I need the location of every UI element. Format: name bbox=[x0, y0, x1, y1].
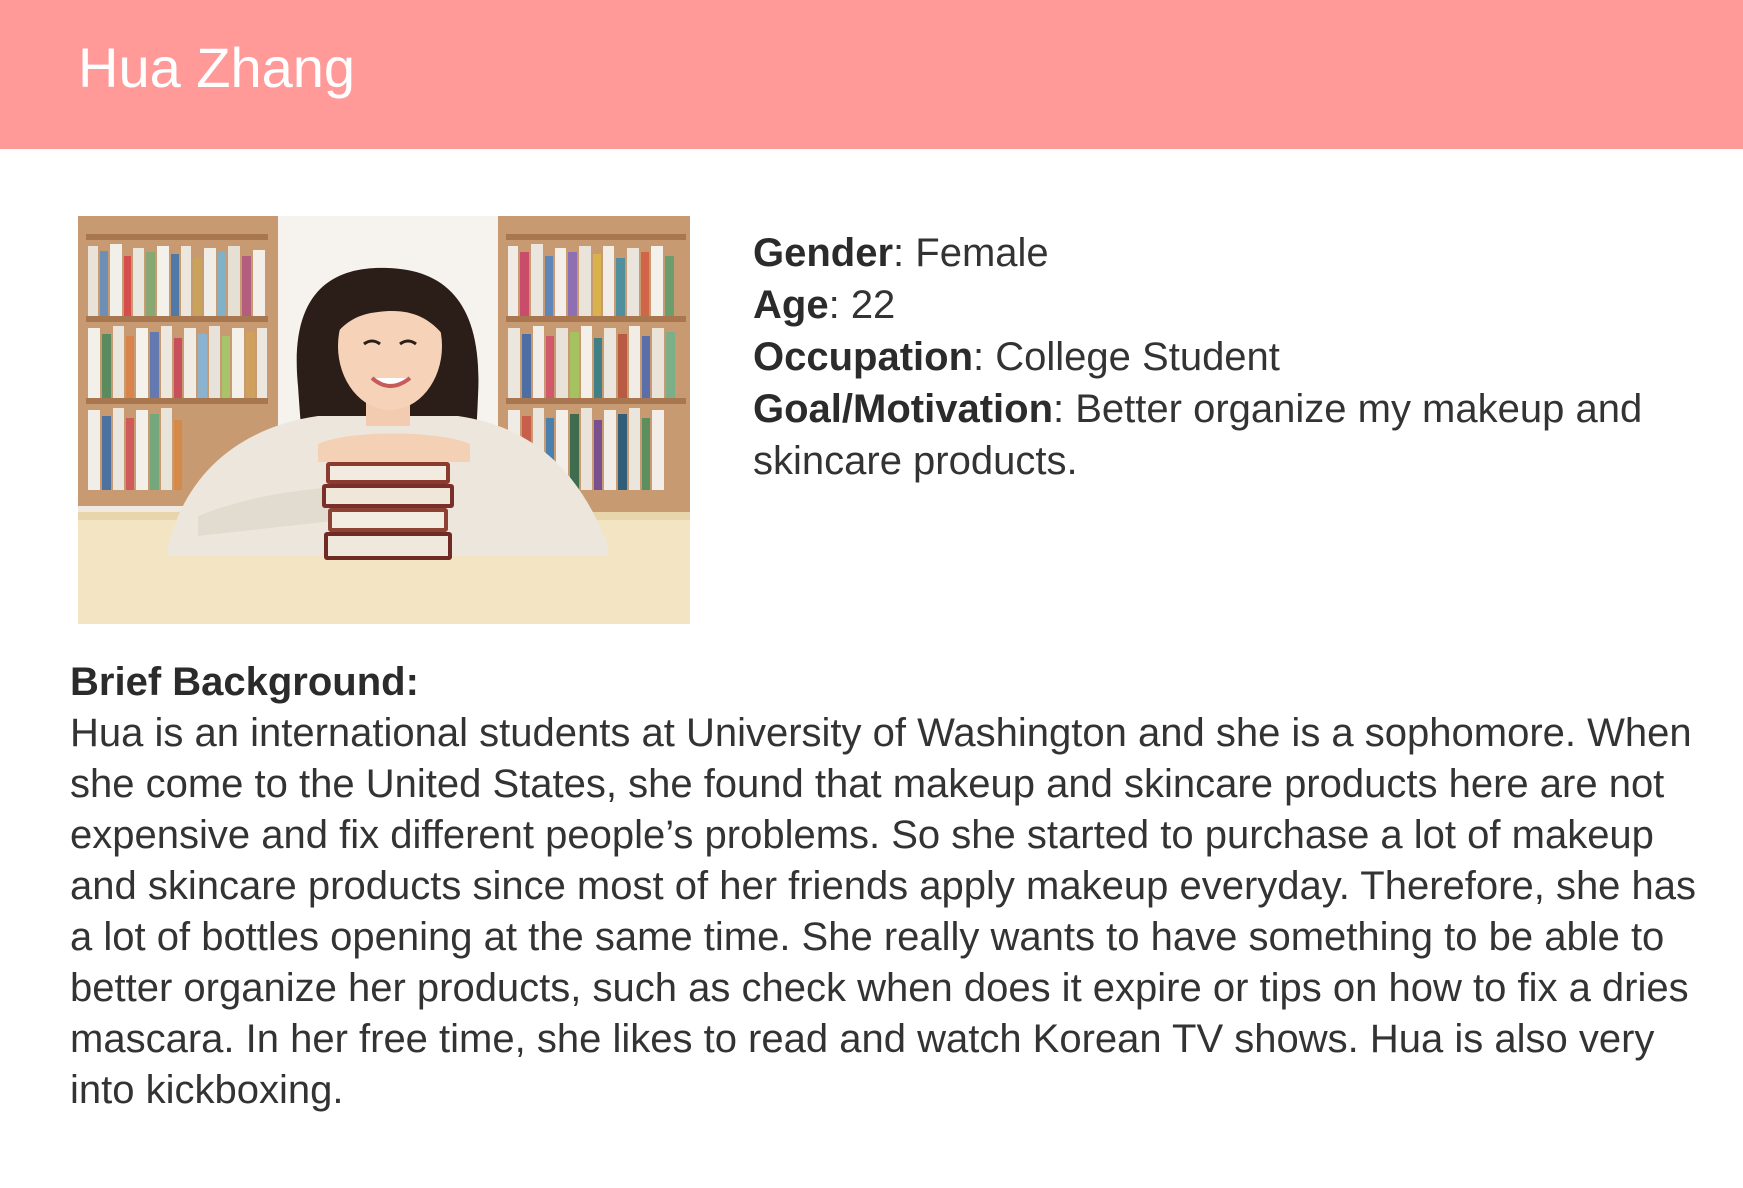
brief-background: Brief Background: Hua is an internationa… bbox=[70, 657, 1710, 1116]
gender-label: Gender bbox=[753, 231, 894, 275]
background-text: Hua is an international students at Univ… bbox=[70, 711, 1697, 1112]
gender-row: Gender: Female bbox=[753, 231, 1049, 275]
background-heading: Brief Background: bbox=[70, 660, 419, 704]
age-label: Age bbox=[753, 283, 829, 327]
occupation-label: Occupation bbox=[753, 335, 974, 379]
persona-photo bbox=[78, 216, 690, 624]
occupation-row: Occupation: College Student bbox=[753, 335, 1280, 379]
age-row: Age: 22 bbox=[753, 283, 896, 327]
persona-name: Hua Zhang bbox=[78, 36, 356, 99]
age-value: 22 bbox=[850, 283, 896, 327]
occupation-value: College Student bbox=[995, 335, 1280, 379]
gender-value: Female bbox=[915, 231, 1049, 275]
goal-row: Goal/Motivation: Better organize my make… bbox=[753, 387, 1643, 483]
persona-details: Gender: Female Age: 22 Occupation: Colle… bbox=[753, 227, 1683, 487]
header-bar: Hua Zhang bbox=[0, 0, 1743, 149]
goal-label: Goal/Motivation bbox=[753, 387, 1053, 431]
